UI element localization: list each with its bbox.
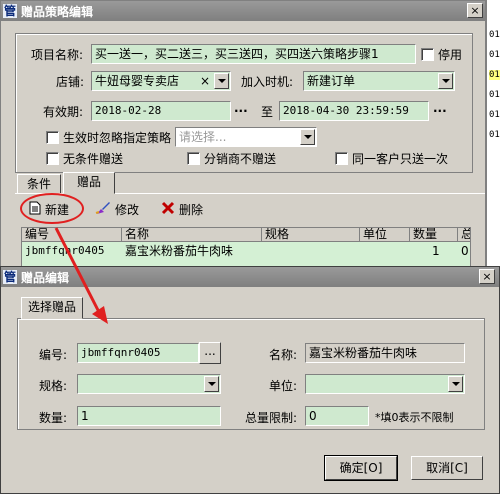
unit-label: 单位:: [269, 379, 298, 393]
gift-table[interactable]: 编号 名称 规格 单位 数量 总 jbmffqnr0405 嘉宝米粉番茄牛肉味 …: [21, 227, 471, 267]
join-timing-value: 新建订单: [307, 74, 356, 88]
code-label: 编号:: [39, 348, 68, 362]
project-name-input[interactable]: 买一送一，买二送三，买三送四，买四送六策略步骤1: [91, 44, 416, 64]
bg-value: 01: [489, 90, 500, 100]
dialog-titlebar[interactable]: 管 赠品编辑: [1, 267, 499, 287]
tab-select-gift[interactable]: 选择赠品: [21, 297, 83, 319]
code-input[interactable]: jbmffqnr0405: [77, 343, 199, 363]
clear-icon[interactable]: ×: [200, 72, 210, 90]
ignore-strategy-label: 生效时忽略指定策略: [63, 131, 172, 145]
name-label: 名称:: [269, 348, 298, 362]
edit-button[interactable]: 修改: [95, 201, 139, 218]
delete-button[interactable]: 删除: [161, 201, 203, 218]
store-value: 牛妞母婴专卖店: [95, 74, 180, 88]
start-date-input[interactable]: 2018-02-28: [91, 101, 231, 121]
total-limit-label: 总量限制:: [245, 411, 298, 425]
tab-conditions[interactable]: 条件: [17, 174, 61, 194]
table-header-total[interactable]: 总: [458, 228, 470, 242]
bg-value: 01: [489, 70, 500, 80]
disable-label: 停用: [438, 48, 463, 62]
unconditional-checkbox[interactable]: [46, 152, 59, 165]
join-timing-select[interactable]: 新建订单: [303, 71, 455, 91]
tab-gifts[interactable]: 赠品: [63, 172, 115, 194]
distributor-no-gift-checkbox[interactable]: [187, 152, 200, 165]
dialog-close-button[interactable]: ×: [479, 269, 495, 284]
cell-total: 0: [461, 244, 469, 258]
valid-period-label: 有效期:: [43, 105, 84, 119]
cancel-button[interactable]: 取消[C]: [411, 456, 483, 480]
same-customer-once-label: 同一客户只送一次: [352, 152, 449, 166]
gift-edit-dialog: 管 赠品编辑 × 选择赠品 编号: jbmffqnr0405 ... 名称: 嘉…: [0, 266, 500, 494]
delete-button-label: 删除: [179, 203, 204, 217]
start-date-picker-button[interactable]: ...: [234, 101, 248, 115]
quantity-input[interactable]: 1: [77, 406, 221, 426]
same-customer-once-checkbox[interactable]: [335, 152, 348, 165]
cell-code: jbmffqnr0405: [25, 244, 105, 257]
disable-checkbox[interactable]: [421, 48, 434, 61]
join-timing-label: 加入时机:: [241, 75, 294, 89]
spec-select[interactable]: [77, 374, 221, 394]
cell-qty: 1: [432, 244, 440, 258]
ignore-strategy-checkbox[interactable]: [46, 131, 59, 144]
unit-select[interactable]: [305, 374, 465, 394]
cell-unit: [360, 243, 410, 259]
chevron-down-icon[interactable]: [214, 73, 229, 89]
code-browse-button[interactable]: ...: [199, 342, 221, 364]
cell-spec: [262, 243, 360, 259]
to-label: 至: [261, 105, 274, 119]
table-header-unit[interactable]: 单位: [360, 228, 410, 242]
bg-value: 01: [489, 30, 500, 40]
spec-label: 规格:: [39, 379, 68, 393]
table-header-code[interactable]: 编号: [22, 228, 122, 242]
table-header-qty[interactable]: 数量: [410, 228, 458, 242]
table-header-spec[interactable]: 规格: [262, 228, 360, 242]
store-select[interactable]: 牛妞母婴专卖店 ×: [91, 71, 231, 91]
delete-x-icon: [161, 201, 175, 218]
distributor-no-gift-label: 分销商不赠送: [204, 152, 277, 166]
table-header-name[interactable]: 名称: [122, 228, 262, 242]
app-icon: 管: [3, 4, 17, 18]
chevron-down-icon[interactable]: [448, 376, 463, 392]
window-titlebar[interactable]: 管 赠品策略编辑: [1, 1, 485, 21]
bg-value: 01: [489, 50, 500, 60]
project-name-label: 项目名称:: [31, 48, 84, 62]
bg-value: 01: [489, 130, 500, 140]
total-limit-input[interactable]: 0: [305, 406, 369, 426]
chevron-down-icon[interactable]: [438, 73, 453, 89]
end-date-input[interactable]: 2018-04-30 23:59:59: [279, 101, 429, 121]
ignore-strategy-select[interactable]: 请选择...: [175, 127, 317, 147]
total-limit-hint: *填0表示不限制: [375, 411, 454, 424]
cell-name: 嘉宝米粉番茄牛肉味: [125, 244, 234, 258]
store-label: 店铺:: [56, 75, 85, 89]
close-button[interactable]: ×: [467, 3, 483, 18]
quantity-label: 数量:: [39, 411, 68, 425]
name-field: 嘉宝米粉番茄牛肉味: [305, 343, 465, 363]
chevron-down-icon[interactable]: [300, 129, 315, 145]
edit-button-label: 修改: [115, 203, 140, 217]
bg-value: 01: [489, 110, 500, 120]
window-title: 赠品策略编辑: [21, 4, 94, 19]
unconditional-label: 无条件赠送: [63, 152, 124, 166]
ignore-strategy-placeholder: 请选择...: [179, 130, 227, 144]
chevron-down-icon[interactable]: [204, 376, 219, 392]
new-button-highlight-circle: [20, 193, 84, 224]
ok-button[interactable]: 确定[O]: [324, 455, 398, 481]
app-icon: 管: [3, 270, 17, 284]
edit-brush-icon: [95, 201, 111, 218]
dialog-title: 赠品编辑: [21, 270, 70, 285]
end-date-picker-button[interactable]: ...: [433, 101, 447, 115]
